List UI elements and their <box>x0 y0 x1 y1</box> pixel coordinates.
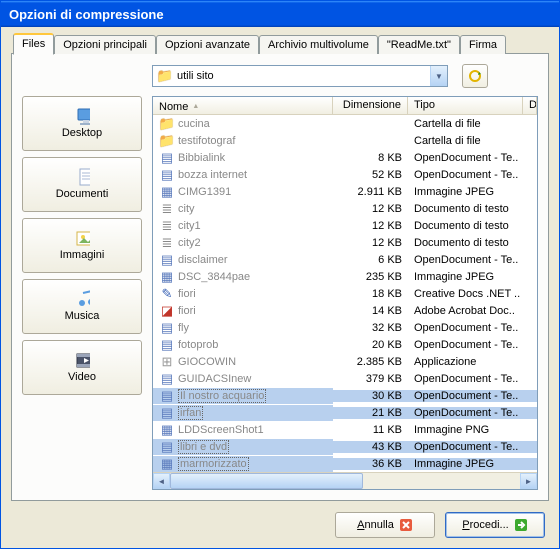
file-row[interactable]: ▦CIMG13912.911 KBImmagine JPEG <box>153 183 537 200</box>
cancel-icon <box>399 518 413 532</box>
tab-5[interactable]: Firma <box>460 35 506 54</box>
file-row[interactable]: ▤Bibbialink8 KBOpenDocument - Te.. <box>153 149 537 166</box>
tab-strip: FilesOpzioni principaliOpzioni avanzateA… <box>11 35 549 54</box>
file-row[interactable]: ▤libri e dvd43 KBOpenDocument - Te.. <box>153 438 537 455</box>
scroll-right-button[interactable]: ► <box>520 473 537 489</box>
file-row[interactable]: ▤disclaimer6 KBOpenDocument - Te.. <box>153 251 537 268</box>
header-date[interactable]: D <box>523 97 537 114</box>
column-headers: Nome ▲ Dimensione Tipo D <box>153 97 537 115</box>
file-row[interactable]: ▤irfan21 KBOpenDocument - Te.. <box>153 404 537 421</box>
content-area: FilesOpzioni principaliOpzioni avanzateA… <box>1 27 559 501</box>
place-desktop[interactable]: Desktop <box>22 96 142 151</box>
desktop-icon <box>74 108 90 124</box>
file-row[interactable]: ▦marmorizzato36 KBImmagine JPEG <box>153 455 537 472</box>
file-row[interactable]: ▤fly32 KBOpenDocument - Te.. <box>153 319 537 336</box>
video-icon <box>74 352 90 368</box>
tab-1[interactable]: Opzioni principali <box>54 35 156 54</box>
file-rows: 📁cucinaCartella di file📁testifotografCar… <box>153 115 537 472</box>
header-size[interactable]: Dimensione <box>333 97 408 114</box>
file-row[interactable]: ⊞GIOCOWIN2.385 KBApplicazione <box>153 353 537 370</box>
dialog-footer: Annulla Procedi... <box>1 501 559 548</box>
title-bar: Opzioni di compressione <box>1 1 559 27</box>
file-row[interactable]: ▦LDDScreenShot111 KBImmagine PNG <box>153 421 537 438</box>
tab-3[interactable]: Archivio multivolume <box>259 35 378 54</box>
file-row[interactable]: 📁cucinaCartella di file <box>153 115 537 132</box>
scroll-track[interactable] <box>170 473 520 489</box>
images-icon <box>74 230 90 246</box>
header-name[interactable]: Nome ▲ <box>153 97 333 114</box>
file-row[interactable]: 📁testifotografCartella di file <box>153 132 537 149</box>
proceed-icon <box>514 518 528 532</box>
music-icon <box>74 291 90 307</box>
combo-dropdown-button[interactable]: ▼ <box>430 66 447 86</box>
refresh-icon <box>467 68 483 84</box>
documents-icon <box>74 169 90 185</box>
file-row[interactable]: ▤Il nostro acquario30 KBOpenDocument - T… <box>153 387 537 404</box>
file-row[interactable]: ▤bozza internet52 KBOpenDocument - Te.. <box>153 166 537 183</box>
main-row: Desktop Documenti Immagini Musica Video Nome… <box>22 96 538 490</box>
file-listview[interactable]: Nome ▲ Dimensione Tipo D 📁cucinaCartella… <box>152 96 538 490</box>
tab-panel: 📁 utili sito ▼ Desktop Documenti Immagini M… <box>11 53 549 501</box>
tab-4[interactable]: "ReadMe.txt" <box>378 35 460 54</box>
sort-asc-icon: ▲ <box>192 103 199 110</box>
cancel-button[interactable]: Annulla <box>335 512 435 538</box>
place-images[interactable]: Immagini <box>22 218 142 273</box>
place-music[interactable]: Musica <box>22 279 142 334</box>
tab-2[interactable]: Opzioni avanzate <box>156 35 259 54</box>
file-row[interactable]: ▤GUIDACSInew379 KBOpenDocument - Te.. <box>153 370 537 387</box>
scroll-left-button[interactable]: ◄ <box>153 473 170 489</box>
places-sidebar: Desktop Documenti Immagini Musica Video <box>22 96 142 490</box>
horizontal-scrollbar[interactable]: ◄ ► <box>153 472 537 489</box>
place-video[interactable]: Video <box>22 340 142 395</box>
folder-icon: 📁 <box>157 68 173 84</box>
file-row[interactable]: ◪fiori14 KBAdobe Acrobat Doc.. <box>153 302 537 319</box>
file-row[interactable]: ▦DSC_3844pae235 KBImmagine JPEG <box>153 268 537 285</box>
tab-0[interactable]: Files <box>13 33 54 55</box>
proceed-button[interactable]: Procedi... <box>445 512 545 538</box>
window-title: Opzioni di compressione <box>9 7 164 22</box>
file-row[interactable]: ≣city212 KBDocumento di testo <box>153 234 537 251</box>
scroll-thumb[interactable] <box>170 473 363 489</box>
path-combobox[interactable]: 📁 utili sito ▼ <box>152 65 448 87</box>
place-documents[interactable]: Documenti <box>22 157 142 212</box>
top-row: 📁 utili sito ▼ <box>152 64 538 88</box>
file-row[interactable]: ≣city12 KBDocumento di testo <box>153 200 537 217</box>
file-row[interactable]: ≣city112 KBDocumento di testo <box>153 217 537 234</box>
file-row[interactable]: ✎fiori18 KBCreative Docs .NET .. <box>153 285 537 302</box>
combo-value: 📁 utili sito <box>157 68 430 84</box>
file-row[interactable]: ▤fotoprob20 KBOpenDocument - Te.. <box>153 336 537 353</box>
header-type[interactable]: Tipo <box>408 97 523 114</box>
dialog-window: Opzioni di compressione FilesOpzioni pri… <box>0 0 560 549</box>
refresh-button[interactable] <box>462 64 488 88</box>
